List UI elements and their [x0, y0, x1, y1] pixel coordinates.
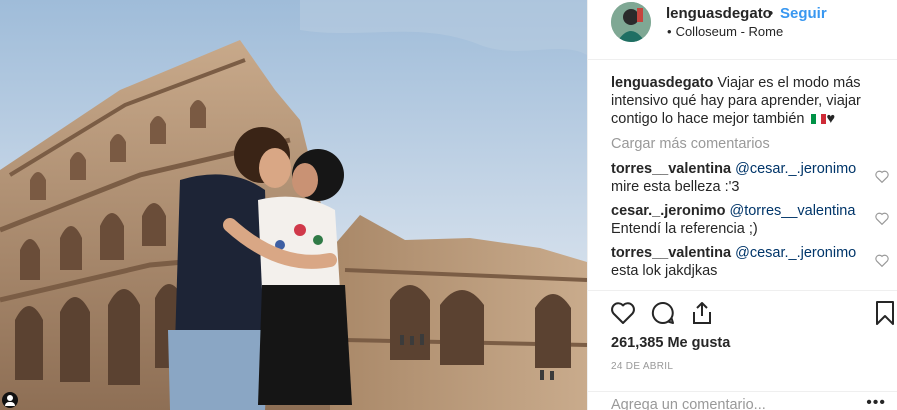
follow-button[interactable]: Seguir — [780, 5, 827, 22]
comment-text: mire esta belleza :'3 — [611, 179, 740, 195]
bookmark-icon[interactable] — [874, 300, 896, 326]
comment-mention[interactable]: @cesar._.jeronimo — [735, 245, 856, 261]
avatar-image — [611, 2, 651, 42]
share-icon[interactable] — [689, 300, 715, 326]
comment-text: esta lok jakdjkas — [611, 263, 718, 279]
more-options-icon[interactable]: ••• — [866, 395, 886, 410]
add-comment-bar: ••• — [588, 391, 897, 410]
photo-colosseum-couple — [0, 0, 587, 410]
comment-item: torres__valentina @cesar._.jeronimo mire… — [611, 160, 891, 196]
post-caption: lenguasdegato Viajar es el modo más inte… — [611, 74, 876, 128]
add-comment-input[interactable] — [611, 397, 851, 410]
comment-mention[interactable]: @cesar._.jeronimo — [735, 161, 856, 177]
caption-username[interactable]: lenguasdegato — [611, 75, 713, 91]
comment-bubble-icon[interactable] — [650, 300, 676, 326]
likes-count[interactable]: 261,385 Me gusta — [611, 335, 730, 351]
heart-emoji-icon: ♥ — [826, 111, 836, 127]
comment-mention[interactable]: @torres__valentina — [729, 203, 855, 219]
italy-flag-icon — [811, 111, 827, 124]
location-bullet: • — [667, 24, 672, 39]
post-location[interactable]: • Colloseum - Rome — [667, 24, 783, 39]
post-header: lenguasdegato • Seguir • Colloseum - Rome — [588, 0, 897, 60]
comment-username[interactable]: torres__valentina — [611, 245, 731, 261]
post-side-panel: lenguasdegato • Seguir • Colloseum - Rome… — [587, 0, 897, 410]
comment-like-icon[interactable] — [875, 212, 889, 225]
post-date[interactable]: 24 DE ABRIL — [611, 361, 673, 372]
location-label: Colloseum - Rome — [675, 24, 784, 39]
user-tag-icon[interactable] — [2, 392, 18, 408]
comment-username[interactable]: cesar._.jeronimo — [611, 203, 725, 219]
post-photo[interactable] — [0, 0, 587, 410]
comment-like-icon[interactable] — [875, 254, 889, 267]
comment-item: torres__valentina @cesar._.jeronimo esta… — [611, 244, 891, 280]
like-heart-icon[interactable] — [610, 300, 636, 326]
comment-item: cesar._.jeronimo @torres__valentina Ente… — [611, 202, 891, 238]
comment-username[interactable]: torres__valentina — [611, 161, 731, 177]
header-separator: • — [768, 5, 774, 22]
post-actions: 261,385 Me gusta 24 DE ABRIL ••• — [588, 290, 897, 410]
comment-like-icon[interactable] — [875, 170, 889, 183]
comment-text: Entendí la referencia ;) — [611, 221, 758, 237]
comments-section: lenguasdegato Viajar es el modo más inte… — [588, 60, 897, 290]
post-username[interactable]: lenguasdegato — [666, 5, 772, 22]
load-more-comments-button[interactable]: Cargar más comentarios — [611, 136, 770, 152]
avatar[interactable] — [611, 2, 651, 42]
